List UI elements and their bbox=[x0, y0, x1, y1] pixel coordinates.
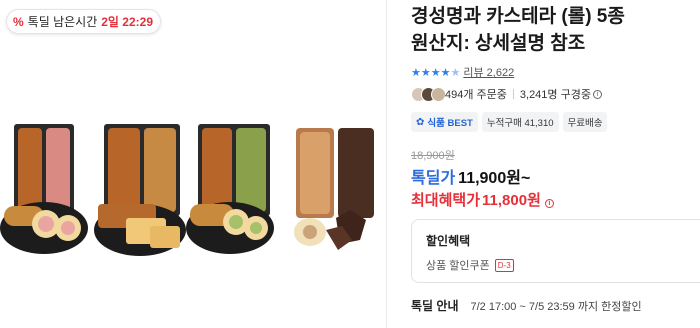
buyer-avatars bbox=[411, 86, 446, 102]
deal-notice-label: 톡딜 안내 bbox=[411, 299, 459, 313]
discount-benefit-box[interactable]: 할인혜택 상품 할인쿠폰 D-3 bbox=[411, 219, 700, 283]
tag-cumulative-purchase: 누적구매 41,310 bbox=[481, 112, 559, 132]
coupon-line: 상품 할인쿠폰 D-3 bbox=[426, 257, 514, 273]
product-image[interactable] bbox=[0, 118, 386, 263]
viewers-count: 3,241명 구경중 bbox=[519, 89, 591, 101]
deal-price-value: 11,900원~ bbox=[458, 170, 531, 187]
product-title: 경성명과 카스테라 (롤) 5종 원산지: 상세설명 참조 bbox=[411, 6, 625, 54]
star-icon: ★ bbox=[411, 66, 421, 79]
max-benefit-price: 최대혜택가 11,800원 i bbox=[411, 189, 554, 210]
badge-icon: ✿ bbox=[416, 116, 425, 128]
original-price: 18,900원 bbox=[411, 150, 455, 162]
deal-timer-badge: % 톡딜 남은시간 2일 22:29 bbox=[6, 9, 161, 34]
max-benefit-value: 11,800원 bbox=[482, 192, 541, 209]
star-icon: ★ bbox=[440, 66, 451, 79]
product-tags: ✿ 식품 BEST 누적구매 41,310 무료배송 bbox=[411, 112, 608, 132]
info-icon[interactable]: i bbox=[544, 199, 554, 208]
star-half-icon: ★ bbox=[450, 66, 461, 79]
percent-icon: % bbox=[13, 14, 24, 29]
discount-benefit-heading: 할인혜택 bbox=[426, 234, 471, 248]
product-info-panel: 경성명과 카스테라 (롤) 5종 원산지: 상세설명 참조 ★ ★ ★ ★ ★ 리뷰 2… bbox=[387, 0, 700, 328]
deal-price-label: 톡딜가 bbox=[411, 170, 456, 187]
deal-notice-text: 7/2 17:00 ~ 7/5 23:59 까지 한정할인 bbox=[470, 300, 642, 313]
dday-badge: D-3 bbox=[494, 258, 514, 272]
divider bbox=[512, 89, 514, 99]
star-icon: ★ bbox=[430, 66, 441, 79]
deal-notice: 톡딜 안내 7/2 17:00 ~ 7/5 23:59 까지 한정할인 bbox=[411, 297, 642, 314]
coupon-label: 상품 할인쿠폰 bbox=[426, 260, 490, 272]
deal-price: 톡딜가 11,900원~ bbox=[411, 164, 530, 188]
info-icon[interactable]: i bbox=[592, 89, 602, 99]
tag-food-best[interactable]: ✿ 식품 BEST bbox=[411, 112, 478, 132]
activity-row: 494개 주문중 3,241명 구경중 i bbox=[411, 86, 602, 102]
tag-free-shipping: 무료배송 bbox=[562, 112, 608, 132]
product-image-area: % 톡딜 남은시간 2일 22:29 bbox=[0, 0, 386, 328]
rating-row: ★ ★ ★ ★ ★ 리뷰 2,622 bbox=[411, 64, 514, 80]
product-set-4-image bbox=[294, 128, 374, 250]
star-rating: ★ ★ ★ ★ ★ bbox=[411, 66, 461, 79]
deal-timer-value: 2일 22:29 bbox=[101, 15, 153, 29]
product-set-1-image bbox=[0, 124, 88, 254]
deal-timer-label: 톡딜 남은시간 bbox=[27, 15, 98, 29]
product-set-3-image bbox=[186, 124, 274, 254]
max-benefit-label: 최대혜택가 bbox=[411, 192, 481, 209]
orders-count: 494개 주문중 bbox=[445, 89, 507, 101]
review-link[interactable]: 리뷰 2,622 bbox=[463, 64, 514, 80]
star-icon: ★ bbox=[420, 66, 431, 79]
product-set-2-image bbox=[94, 124, 186, 256]
